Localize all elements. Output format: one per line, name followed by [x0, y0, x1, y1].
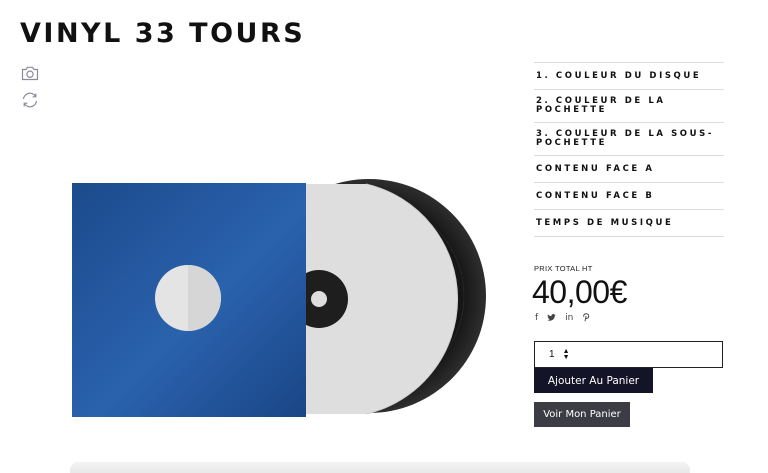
footer-edge	[70, 462, 690, 473]
facebook-icon[interactable]: f	[535, 313, 538, 325]
option-list: 1. COULEUR DU DISQUE 2. COULEUR DE LA PO…	[534, 62, 724, 237]
page-title: VINYL 33 TOURS	[20, 18, 306, 49]
price-label: PRIX TOTAL HT	[534, 264, 593, 273]
pinterest-icon[interactable]	[582, 313, 591, 325]
linkedin-icon[interactable]: in	[565, 313, 573, 325]
option-inner-sleeve-color[interactable]: 3. COULEUR DE LA SOUS-POCHETTE	[534, 123, 724, 156]
chevron-down-icon[interactable]: ▼	[563, 354, 570, 361]
price-value: 40,00€	[532, 274, 627, 310]
add-to-cart-button[interactable]: Ajouter Au Panier	[534, 368, 653, 393]
quantity-value: 1	[549, 349, 555, 360]
option-side-b-content[interactable]: CONTENU FACE B	[534, 183, 724, 210]
quantity-stepper[interactable]: 1 ▲ ▼	[534, 341, 723, 368]
option-disc-color[interactable]: 1. COULEUR DU DISQUE	[534, 63, 724, 90]
share-links: f in	[535, 313, 591, 325]
rotate-icon[interactable]	[20, 91, 40, 109]
product-image	[66, 178, 496, 423]
camera-icon[interactable]	[20, 64, 40, 82]
quantity-arrows[interactable]: ▲ ▼	[563, 348, 570, 361]
option-music-duration[interactable]: TEMPS DE MUSIQUE	[534, 210, 724, 237]
twitter-icon[interactable]	[547, 313, 556, 325]
option-sleeve-color[interactable]: 2. COULEUR DE LA POCHETTE	[534, 90, 724, 123]
view-cart-button[interactable]: Voir Mon Panier	[534, 402, 630, 427]
option-side-a-content[interactable]: CONTENU FACE A	[534, 156, 724, 183]
record-sleeve	[72, 183, 306, 417]
